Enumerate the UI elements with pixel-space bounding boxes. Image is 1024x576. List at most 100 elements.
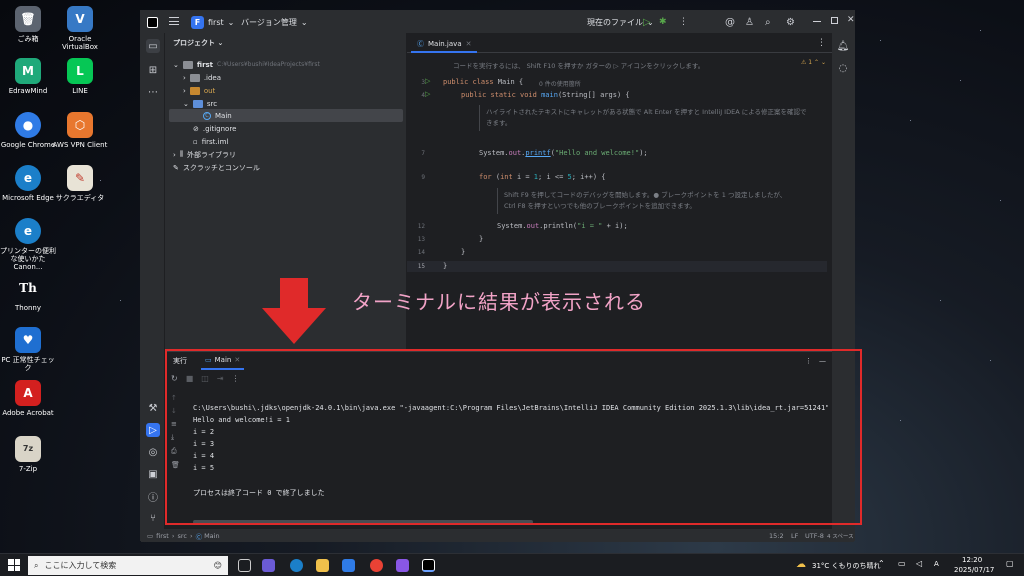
file-encoding[interactable]: UTF-8: [805, 532, 824, 540]
breadcrumb-item[interactable]: src: [177, 532, 187, 540]
desktop-icon-recycle-bin[interactable]: 🗑 ごみ箱: [0, 6, 56, 43]
intellij-taskbar-icon[interactable]: [422, 559, 435, 572]
desktop-icon-label: サクラエディタ: [55, 194, 105, 202]
search-icon[interactable]: ⌕: [765, 17, 771, 28]
tree-item-out[interactable]: › out: [183, 84, 215, 97]
vcs-menu[interactable]: バージョン管理 ⌄: [241, 17, 308, 28]
weather-text[interactable]: 31°C くもりのち晴れ: [812, 561, 881, 571]
desktop-icon-label: Adobe Acrobat: [2, 409, 54, 417]
tree-item-iml[interactable]: ▫ first.iml: [193, 135, 228, 148]
desktop-icon-pc-health[interactable]: ♥ PC 正常性チェック: [0, 327, 56, 372]
tab-more-icon[interactable]: ⋮: [817, 38, 826, 48]
desktop-icon-line[interactable]: L LINE: [52, 58, 108, 95]
tray-chevron-icon[interactable]: ⌃: [878, 559, 885, 568]
desktop-icon-label: AWS VPN Client: [52, 141, 108, 149]
ignore-file-icon: ⊘: [193, 124, 199, 133]
main-menu-icon[interactable]: [169, 17, 179, 25]
ai-chat-icon[interactable]: ◌: [836, 61, 850, 75]
line-number: 3: [421, 79, 425, 86]
java-class-icon: C: [203, 111, 211, 120]
notifications-icon[interactable]: 🔔︎: [836, 39, 850, 53]
editor-tab-main[interactable]: Ⓒ Main.java ✕: [411, 36, 478, 53]
line-number: 14: [417, 249, 425, 256]
maximize-icon[interactable]: [831, 17, 838, 24]
close-tab-icon[interactable]: ✕: [466, 40, 472, 48]
network-icon[interactable]: ▭: [898, 559, 906, 568]
project-switcher[interactable]: F first ⌄: [191, 15, 235, 29]
edge-taskbar-icon[interactable]: [290, 559, 303, 572]
tree-item-external-libraries[interactable]: › ⫼ 外部ライブラリ: [173, 148, 236, 161]
module-file-icon: ▫: [193, 137, 198, 146]
project-tool-icon[interactable]: ▭: [146, 39, 160, 53]
fix-hint-box: ハイライトされたテキストにキャレットがある状態で Alt Enter を押すと …: [479, 105, 859, 131]
structure-tool-icon[interactable]: ⊞: [146, 63, 160, 77]
more-actions-icon[interactable]: ⋮: [679, 17, 688, 27]
warning-indicator[interactable]: ⚠ 1 ⌃ ⌄: [801, 59, 826, 66]
desktop-icon-edge[interactable]: e Microsoft Edge: [0, 165, 56, 202]
taskbar-search[interactable]: ⌕ ここに入力して検索 😊: [28, 556, 228, 575]
sakura-editor-icon: ✎: [67, 165, 93, 191]
run-tool-icon[interactable]: ▷: [146, 423, 160, 437]
run-gutter-icon[interactable]: ▷: [425, 90, 430, 98]
desktop-icon-thonny[interactable]: Th Thonny: [0, 275, 56, 312]
store-icon[interactable]: [342, 559, 355, 572]
services-tool-icon[interactable]: ◎: [146, 445, 160, 459]
desktop-icon-edrawmind[interactable]: M EdrawMind: [0, 58, 56, 95]
volume-icon[interactable]: ◁: [916, 559, 922, 568]
debug-hint-line-1: Shift F9 を押してコードのデバッグを開始します。● ブレークポイントを …: [504, 191, 787, 199]
tree-item-main[interactable]: C Main: [203, 109, 232, 122]
ime-icon[interactable]: A: [934, 560, 939, 568]
copilot-icon[interactable]: [262, 559, 275, 572]
line-separator[interactable]: LF: [791, 532, 798, 540]
line-icon: L: [67, 58, 93, 84]
file-explorer-icon[interactable]: [316, 559, 329, 572]
more-tools-icon[interactable]: ⋯: [146, 85, 160, 99]
clock-time[interactable]: 12:20: [962, 556, 982, 564]
run-icon[interactable]: ▷: [643, 17, 651, 28]
build-tool-icon[interactable]: ⚒: [146, 401, 160, 415]
project-panel-header[interactable]: プロジェクト ⌄: [173, 38, 223, 48]
problems-tool-icon[interactable]: ⓘ: [146, 489, 160, 504]
chevron-down-icon: ⌄: [227, 17, 235, 27]
desktop-icon-label: EdrawMind: [8, 87, 48, 95]
chrome-taskbar-icon[interactable]: [370, 559, 383, 572]
caret-position[interactable]: 15:2: [769, 532, 784, 540]
folder-icon: [192, 99, 203, 108]
desktop-icon-virtualbox[interactable]: V Oracle VirtualBox: [52, 6, 108, 51]
chevron-right-icon: ›: [189, 531, 193, 540]
code-line-4: public static void main(String[] args) {: [461, 91, 630, 99]
desktop-icon-canon-guide[interactable]: e プリンターの便利な使いかた Canon...: [0, 218, 56, 271]
debug-icon[interactable]: ✱: [659, 17, 667, 27]
settings-gear-icon[interactable]: ⚙: [786, 17, 795, 28]
breadcrumb-item[interactable]: Main: [204, 532, 220, 540]
task-view-icon[interactable]: [238, 559, 251, 572]
tree-label: 外部ライブラリ: [187, 150, 237, 159]
tree-item-gitignore[interactable]: ⊘ .gitignore: [193, 122, 236, 135]
clock-date[interactable]: 2025/07/17: [954, 566, 994, 574]
tree-item-idea[interactable]: › .idea: [183, 71, 221, 84]
indent-setting[interactable]: 4 スペース: [827, 532, 854, 540]
close-icon[interactable]: ✕: [847, 15, 855, 25]
tree-item-scratches[interactable]: ✎ スクラッチとコンソール: [173, 161, 260, 174]
windows-start-icon[interactable]: [8, 559, 20, 571]
desktop-icon-aws-vpn[interactable]: ⬡ AWS VPN Client: [52, 112, 108, 149]
thonny-icon: Th: [19, 281, 37, 295]
desktop-icon-chrome[interactable]: ● Google Chrome: [0, 112, 56, 149]
account-icon[interactable]: ♙: [745, 17, 754, 28]
desktop-icon-7zip[interactable]: 7z 7-Zip: [0, 436, 56, 473]
tree-root[interactable]: ⌄ first C:¥Users¥bushi¥IdeaProjects¥firs…: [173, 58, 320, 71]
run-gutter-icon[interactable]: ▷: [425, 77, 430, 85]
code-line-13: }: [479, 235, 484, 243]
tree-label: src: [206, 99, 218, 108]
terminal-tool-icon[interactable]: ▣: [146, 467, 160, 481]
desktop-icon-acrobat[interactable]: A Adobe Acrobat: [0, 380, 56, 417]
desktop-icon-sakura-editor[interactable]: ✎ サクラエディタ: [52, 165, 108, 202]
ai-assistant-icon[interactable]: @: [725, 17, 735, 28]
minimize-icon[interactable]: [813, 21, 821, 22]
visual-studio-icon[interactable]: [396, 559, 409, 572]
annotation-text: ターミナルに結果が表示される: [352, 290, 646, 314]
git-tool-icon[interactable]: ⑂: [146, 511, 160, 525]
chevron-right-icon: ›: [183, 73, 186, 82]
notification-center-icon[interactable]: ▢: [1006, 559, 1014, 568]
breadcrumb-item[interactable]: first: [156, 532, 169, 540]
